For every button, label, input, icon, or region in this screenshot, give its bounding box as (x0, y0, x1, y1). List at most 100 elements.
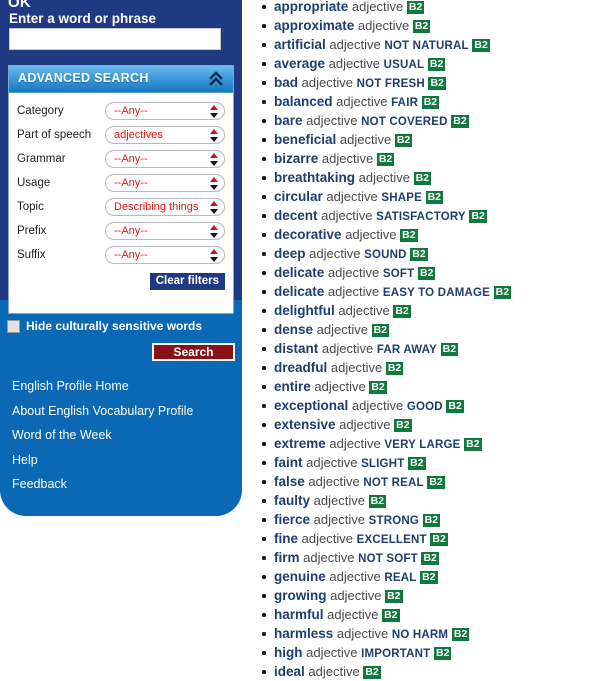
word-list-item[interactable]: delicate adjective EASY TO DAMAGE B2 (258, 282, 615, 301)
word-headword[interactable]: fine (274, 531, 298, 546)
word-list-item[interactable]: false adjective NOT REAL B2 (258, 472, 615, 491)
stepper-arrows-icon[interactable] (210, 200, 218, 214)
word-list-item[interactable]: delightful adjective B2 (258, 301, 615, 320)
word-headword[interactable]: faint (274, 455, 303, 470)
word-headword[interactable]: false (274, 474, 305, 489)
word-list-item[interactable]: extensive adjective B2 (258, 415, 615, 434)
word-list-item[interactable]: appropriate adjective B2 (258, 0, 615, 16)
word-list-item[interactable]: extreme adjective VERY LARGE B2 (258, 434, 615, 453)
word-list-item[interactable]: bad adjective NOT FRESH B2 (258, 73, 615, 92)
word-list-item[interactable]: beneficial adjective B2 (258, 130, 615, 149)
word-headword[interactable]: harmless (274, 626, 333, 641)
word-list-item[interactable]: dense adjective B2 (258, 320, 615, 339)
word-list-item[interactable]: firm adjective NOT SOFT B2 (258, 548, 615, 567)
stepper-arrows-icon[interactable] (210, 224, 218, 238)
word-headword[interactable]: balanced (274, 94, 333, 109)
filter-select-grammar[interactable]: --Any-- (105, 149, 225, 168)
stepper-arrows-icon[interactable] (210, 248, 218, 262)
nav-link-word-of-the-week[interactable]: Word of the Week (12, 428, 232, 442)
word-list-item[interactable]: breathtaking adjective B2 (258, 168, 615, 187)
word-headword[interactable]: delightful (274, 303, 335, 318)
nav-link-english-profile-home[interactable]: English Profile Home (12, 379, 232, 393)
word-headword[interactable]: beneficial (274, 132, 336, 147)
word-list-item[interactable]: harmless adjective NO HARM B2 (258, 624, 615, 643)
filter-select-prefix[interactable]: --Any-- (105, 221, 225, 240)
word-headword[interactable]: high (274, 645, 303, 660)
word-headword[interactable]: average (274, 56, 325, 71)
word-list-item[interactable]: faulty adjective B2 (258, 491, 615, 510)
word-sense-label: SLIGHT (361, 458, 405, 470)
hide-sensitive-checkbox[interactable] (7, 319, 20, 333)
word-headword[interactable]: appropriate (274, 0, 348, 14)
word-list-item[interactable]: circular adjective SHAPE B2 (258, 187, 615, 206)
word-list-item[interactable]: artificial adjective NOT NATURAL B2 (258, 35, 615, 54)
word-list-item[interactable]: distant adjective FAR AWAY B2 (258, 339, 615, 358)
word-list-item[interactable]: decorative adjective B2 (258, 225, 615, 244)
word-headword[interactable]: breathtaking (274, 170, 355, 185)
filter-row: Topic Describing things (9, 195, 233, 218)
search-input[interactable] (9, 28, 221, 50)
word-part-of-speech: adjective (321, 341, 374, 356)
word-list-item[interactable]: high adjective IMPORTANT B2 (258, 643, 615, 662)
word-headword[interactable]: entire (274, 379, 311, 394)
nav-link-help[interactable]: Help (12, 453, 232, 467)
word-headword[interactable]: decent (274, 208, 318, 223)
stepper-arrows-icon[interactable] (210, 152, 218, 166)
word-list-item[interactable]: ideal adjective B2 (258, 662, 615, 681)
word-list-item[interactable]: approximate adjective B2 (258, 16, 615, 35)
double-chevron-up-icon[interactable] (208, 70, 224, 88)
word-list-item[interactable]: average adjective USUAL B2 (258, 54, 615, 73)
filter-select-category[interactable]: --Any-- (105, 101, 225, 120)
word-list-item[interactable]: bizarre adjective B2 (258, 149, 615, 168)
word-list-item[interactable]: fine adjective EXCELLENT B2 (258, 529, 615, 548)
word-headword[interactable]: faulty (274, 493, 310, 508)
filter-select-suffix[interactable]: --Any-- (105, 245, 225, 264)
word-headword[interactable]: growing (274, 588, 327, 603)
word-list-item[interactable]: bare adjective NOT COVERED B2 (258, 111, 615, 130)
word-headword[interactable]: bad (274, 75, 298, 90)
word-headword[interactable]: deep (274, 246, 306, 261)
word-headword[interactable]: extensive (274, 417, 336, 432)
word-headword[interactable]: artificial (274, 37, 326, 52)
word-headword[interactable]: genuine (274, 569, 326, 584)
word-list-item[interactable]: exceptional adjective GOOD B2 (258, 396, 615, 415)
filter-select-usage[interactable]: --Any-- (105, 173, 225, 192)
clear-filters-button[interactable]: Clear filters (148, 272, 226, 291)
word-headword[interactable]: delicate (274, 265, 324, 280)
filter-select-part-of-speech[interactable]: adjectives (105, 125, 225, 144)
word-list-item[interactable]: genuine adjective REAL B2 (258, 567, 615, 586)
word-headword[interactable]: harmful (274, 607, 324, 622)
word-list-item[interactable]: growing adjective B2 (258, 586, 615, 605)
word-list-item[interactable]: deep adjective SOUND B2 (258, 244, 615, 263)
nav-link-about-english-vocabulary-profile[interactable]: About English Vocabulary Profile (12, 404, 232, 418)
word-headword[interactable]: exceptional (274, 398, 348, 413)
filter-select-topic[interactable]: Describing things (105, 197, 225, 216)
word-headword[interactable]: distant (274, 341, 318, 356)
word-headword[interactable]: extreme (274, 436, 326, 451)
search-button[interactable]: Search (152, 343, 235, 361)
word-headword[interactable]: decorative (274, 227, 342, 242)
word-list-item[interactable]: harmful adjective B2 (258, 605, 615, 624)
word-headword[interactable]: dreadful (274, 360, 327, 375)
word-list-item[interactable]: balanced adjective FAIR B2 (258, 92, 615, 111)
word-list-item[interactable]: faint adjective SLIGHT B2 (258, 453, 615, 472)
word-list-item[interactable]: fierce adjective STRONG B2 (258, 510, 615, 529)
word-headword[interactable]: circular (274, 189, 323, 204)
word-headword[interactable]: fierce (274, 512, 310, 527)
word-headword[interactable]: dense (274, 322, 313, 337)
word-headword[interactable]: delicate (274, 284, 324, 299)
stepper-arrows-icon[interactable] (210, 176, 218, 190)
word-headword[interactable]: bizarre (274, 151, 318, 166)
word-headword[interactable]: approximate (274, 18, 354, 33)
word-headword[interactable]: bare (274, 113, 303, 128)
advanced-search-header[interactable]: ADVANCED SEARCH (9, 66, 233, 93)
nav-link-feedback[interactable]: Feedback (12, 477, 232, 491)
word-list-item[interactable]: entire adjective B2 (258, 377, 615, 396)
word-headword[interactable]: firm (274, 550, 300, 565)
word-headword[interactable]: ideal (274, 664, 305, 679)
word-list-item[interactable]: dreadful adjective B2 (258, 358, 615, 377)
stepper-arrows-icon[interactable] (210, 128, 218, 142)
word-list-item[interactable]: delicate adjective SOFT B2 (258, 263, 615, 282)
stepper-arrows-icon[interactable] (210, 104, 218, 118)
word-list-item[interactable]: decent adjective SATISFACTORY B2 (258, 206, 615, 225)
